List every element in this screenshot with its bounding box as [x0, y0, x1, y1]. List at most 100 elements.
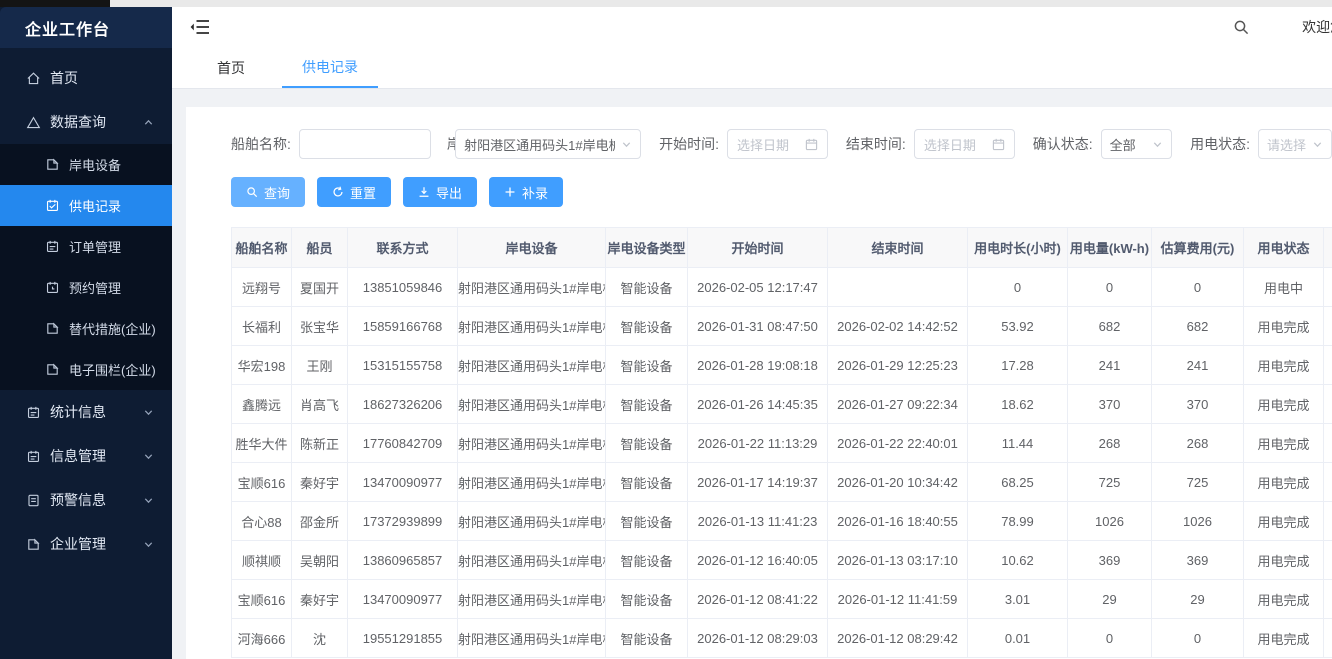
records-panel: 船舶名称: 岸电设备: 射阳港区通用码头1#岸电桩 开始时间: 选择日期 结束时…: [186, 107, 1332, 659]
corner-square-icon: [26, 537, 41, 552]
device-select[interactable]: 射阳港区通用码头1#岸电桩: [455, 129, 641, 159]
cell-cost: 241: [1152, 346, 1244, 385]
cell-device: 射阳港区通用码头1#岸电桩: [458, 307, 606, 346]
supplement-button-label: 补录: [522, 183, 548, 202]
cell-device: 射阳港区通用码头1#岸电桩: [458, 268, 606, 307]
chevron-down-icon: [143, 407, 154, 418]
cell-ship-name: 顺祺顺: [232, 541, 292, 580]
end-time-input[interactable]: 选择日期: [914, 129, 1015, 159]
sidebar-item-label: 岸电设备: [69, 155, 121, 174]
filter-row: 船舶名称: 岸电设备: 射阳港区通用码头1#岸电桩 开始时间: 选择日期 结束时…: [231, 129, 1332, 159]
action-buttons: 查询 重置 导出 补录: [231, 177, 1332, 207]
cell-power-status: 用电完成: [1244, 424, 1324, 463]
export-button[interactable]: 导出: [403, 177, 477, 207]
tab-home[interactable]: 首页: [212, 47, 250, 88]
app-root: 企业工作台 首页 数据查询 岸电设备 供电记录: [0, 7, 1332, 659]
cell-crew: 秦好宇: [292, 463, 348, 502]
sidebar-item-home[interactable]: 首页: [0, 56, 172, 100]
device-label: 岸电设备:: [447, 134, 455, 154]
cell-ship-name: 宝顺616: [232, 463, 292, 502]
cell-cost: 370: [1152, 385, 1244, 424]
sidebar-item-electronic-fence[interactable]: 电子围栏(企业): [0, 349, 172, 390]
table-row: 河海666 沈 19551291855 射阳港区通用码头1#岸电桩 智能设备 2…: [232, 619, 1332, 658]
col-cost: 估算费用(元): [1152, 228, 1244, 268]
cell-clipped: [1324, 580, 1332, 619]
power-status-placeholder: 请选择: [1267, 135, 1306, 154]
cell-end-time: 2026-01-12 08:29:42: [828, 619, 968, 658]
cell-power-status: 用电中: [1244, 268, 1324, 307]
col-clipped: [1324, 228, 1332, 268]
cell-device-type: 智能设备: [606, 541, 688, 580]
tab-label: 供电记录: [302, 57, 358, 77]
cell-power-status: 用电完成: [1244, 580, 1324, 619]
main-area: 欢迎您, 首页 供电记录 船舶名称: 岸电设备: 射阳港区通用码头1#岸电桩 开…: [172, 7, 1332, 659]
cell-start-time: 2026-01-26 14:45:35: [688, 385, 828, 424]
sidebar-item-reservation-management[interactable]: 预约管理: [0, 267, 172, 308]
cell-contact: 17760842709: [348, 424, 458, 463]
cell-end-time: 2026-01-20 10:34:42: [828, 463, 968, 502]
cell-ship-name: 鑫腾远: [232, 385, 292, 424]
sidebar-item-label: 供电记录: [69, 196, 121, 215]
cell-clipped: [1324, 346, 1332, 385]
cell-crew: 肖高飞: [292, 385, 348, 424]
cell-device-type: 智能设备: [606, 424, 688, 463]
sidebar-item-alternative-measures[interactable]: 替代措施(企业): [0, 308, 172, 349]
search-icon: [246, 186, 258, 198]
cell-duration: 0: [968, 268, 1068, 307]
cell-crew: 张宝华: [292, 307, 348, 346]
cell-clipped: [1324, 502, 1332, 541]
sidebar-group-statistics-info[interactable]: 统计信息: [0, 390, 172, 434]
table-header: 船舶名称 船员 联系方式 岸电设备 岸电设备类型 开始时间 结束时间 用电时长(…: [232, 228, 1332, 268]
end-time-label: 结束时间:: [846, 134, 906, 154]
cell-device-type: 智能设备: [606, 346, 688, 385]
col-energy: 用电量(kW-h): [1068, 228, 1152, 268]
chevron-down-icon: [1152, 139, 1163, 150]
tab-bar: 首页 供电记录: [172, 47, 1332, 89]
sidebar-group-label: 信息管理: [50, 446, 106, 466]
cell-ship-name: 合心88: [232, 502, 292, 541]
sidebar-group-information-management[interactable]: 信息管理: [0, 434, 172, 478]
topbar: 欢迎您,: [172, 7, 1332, 47]
table-body: 远翔号 夏国开 13851059846 射阳港区通用码头1#岸电桩 智能设备 2…: [232, 268, 1332, 658]
cell-power-status: 用电完成: [1244, 619, 1324, 658]
cell-energy: 370: [1068, 385, 1152, 424]
cell-cost: 369: [1152, 541, 1244, 580]
sidebar-collapse-icon[interactable]: [189, 16, 211, 38]
cell-power-status: 用电完成: [1244, 385, 1324, 424]
supplement-button[interactable]: 补录: [489, 177, 563, 207]
cell-duration: 11.44: [968, 424, 1068, 463]
start-time-input[interactable]: 选择日期: [727, 129, 828, 159]
chevron-down-icon: [143, 451, 154, 462]
col-ship-name: 船舶名称: [232, 228, 292, 268]
sidebar-item-power-supply-records[interactable]: 供电记录: [0, 185, 172, 226]
power-status-label: 用电状态:: [1190, 134, 1250, 154]
sidebar-group-enterprise-management[interactable]: 企业管理: [0, 522, 172, 566]
cell-crew: 王刚: [292, 346, 348, 385]
cell-power-status: 用电完成: [1244, 502, 1324, 541]
power-status-select[interactable]: 请选择: [1258, 129, 1332, 159]
sidebar-item-shore-power-device[interactable]: 岸电设备: [0, 144, 172, 185]
cell-device-type: 智能设备: [606, 385, 688, 424]
cell-duration: 53.92: [968, 307, 1068, 346]
cell-end-time: [828, 268, 968, 307]
start-time-placeholder: 选择日期: [737, 135, 789, 154]
sidebar-item-label: 替代措施(企业): [69, 319, 156, 338]
cell-device-type: 智能设备: [606, 619, 688, 658]
cell-end-time: 2026-01-27 09:22:34: [828, 385, 968, 424]
tab-power-supply-records[interactable]: 供电记录: [282, 47, 378, 88]
ship-name-input[interactable]: [299, 129, 431, 159]
sidebar-group-data-query[interactable]: 数据查询: [0, 100, 172, 144]
sidebar-item-order-management[interactable]: 订单管理: [0, 226, 172, 267]
refresh-icon: [332, 186, 344, 198]
cell-end-time: 2026-01-29 12:25:23: [828, 346, 968, 385]
cell-device: 射阳港区通用码头1#岸电桩: [458, 346, 606, 385]
cell-power-status: 用电完成: [1244, 541, 1324, 580]
col-device: 岸电设备: [458, 228, 606, 268]
sidebar-group-warning-info[interactable]: 预警信息: [0, 478, 172, 522]
cell-start-time: 2026-01-12 08:41:22: [688, 580, 828, 619]
search-icon[interactable]: [1233, 19, 1250, 36]
reset-button[interactable]: 重置: [317, 177, 391, 207]
sidebar-item-label: 首页: [50, 68, 78, 88]
query-button[interactable]: 查询: [231, 177, 305, 207]
confirm-status-select[interactable]: 全部: [1101, 129, 1172, 159]
